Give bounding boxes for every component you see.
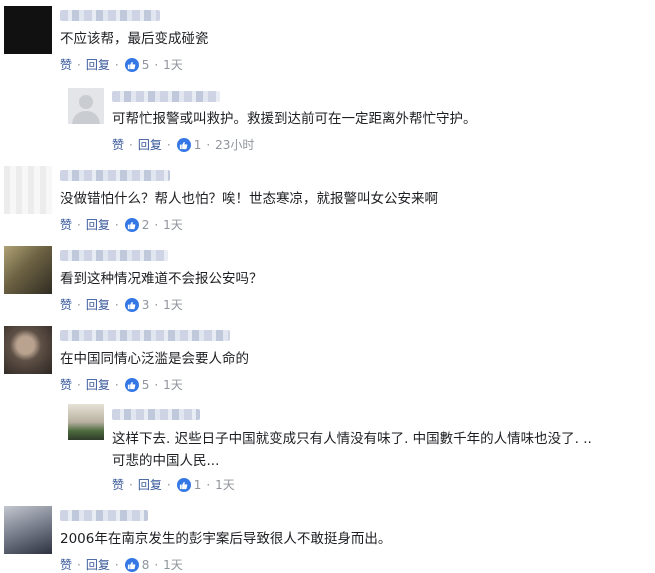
separator: · — [114, 298, 119, 312]
like-count[interactable]: 8 — [142, 557, 150, 573]
thumbs-up-icon[interactable] — [124, 558, 139, 572]
thumbs-up-icon[interactable] — [176, 138, 191, 152]
like-button[interactable]: 赞 — [60, 377, 72, 393]
separator: · — [114, 58, 119, 72]
default-avatar-icon — [72, 95, 100, 124]
like-count[interactable]: 3 — [142, 297, 150, 313]
separator: · — [77, 558, 81, 572]
commenter-name-redacted[interactable] — [60, 250, 168, 261]
separator: · — [114, 378, 119, 392]
commenter-name-redacted[interactable] — [60, 330, 230, 341]
timestamp[interactable]: 23小时 — [215, 137, 254, 153]
separator: · — [206, 478, 211, 492]
like-count[interactable]: 5 — [142, 377, 150, 393]
separator: · — [154, 218, 159, 232]
comment-actions: 赞 · 回复 · 5 · 1天 — [60, 377, 183, 393]
like-button[interactable]: 赞 — [60, 297, 72, 313]
like-button[interactable]: 赞 — [60, 57, 72, 73]
comment-text: 看到这种情况难道不会报公安吗？ — [60, 271, 263, 287]
reply-button[interactable]: 回复 — [138, 477, 162, 493]
separator: · — [154, 58, 159, 72]
separator: · — [166, 138, 171, 152]
like-button[interactable]: 赞 — [60, 217, 72, 233]
avatar[interactable] — [4, 166, 52, 214]
separator: · — [154, 558, 159, 572]
separator: · — [154, 378, 159, 392]
separator: · — [77, 378, 81, 392]
like-button[interactable]: 赞 — [112, 137, 124, 153]
separator: · — [166, 478, 171, 492]
commenter-name-redacted[interactable] — [60, 170, 170, 181]
comment-actions: 赞 · 回复 · 5 · 1天 — [60, 57, 183, 73]
comment-text: 没做错怕什么？帮人也怕？唉！世态寒凉，就报警叫女公安来啊 — [60, 191, 438, 207]
comment-text: 可帮忙报警或叫救护。救援到达前可在一定距离外帮忙守护。 — [112, 111, 477, 127]
comment-text: 不应该帮，最后变成碰瓷 — [60, 31, 209, 47]
separator: · — [129, 138, 133, 152]
like-count[interactable]: 1 — [194, 137, 202, 153]
avatar[interactable] — [4, 326, 52, 374]
separator: · — [114, 558, 119, 572]
separator: · — [206, 138, 211, 152]
reply-button[interactable]: 回复 — [86, 57, 110, 73]
thumbs-up-icon[interactable] — [124, 218, 139, 232]
timestamp[interactable]: 1天 — [215, 477, 235, 493]
avatar[interactable] — [68, 404, 104, 440]
comment-actions: 赞 · 回复 · 8 · 1天 — [60, 557, 183, 573]
like-count[interactable]: 2 — [142, 217, 150, 233]
separator: · — [77, 218, 81, 232]
commenter-name-redacted[interactable] — [112, 91, 220, 102]
timestamp[interactable]: 1天 — [163, 377, 183, 393]
comment-text: 在中国同情心泛滥是会要人命的 — [60, 351, 249, 367]
commenter-name-redacted[interactable] — [60, 10, 160, 21]
comment-actions: 赞 · 回复 · 1 · 23小时 — [112, 137, 254, 153]
thumbs-up-icon[interactable] — [124, 378, 139, 392]
comment-text-line-2: 可悲的中国人民... — [112, 453, 220, 469]
separator: · — [77, 58, 81, 72]
comment-text: 2006年在南京发生的彭宇案后导致很人不敢挺身而出。 — [60, 531, 392, 547]
reply-button[interactable]: 回复 — [86, 557, 110, 573]
thumbs-up-icon[interactable] — [124, 298, 139, 312]
like-button[interactable]: 赞 — [60, 557, 72, 573]
avatar[interactable] — [4, 6, 52, 54]
like-count[interactable]: 1 — [194, 477, 202, 493]
avatar[interactable] — [68, 88, 104, 124]
timestamp[interactable]: 1天 — [163, 217, 183, 233]
thumbs-up-icon[interactable] — [176, 478, 191, 492]
timestamp[interactable]: 1天 — [163, 297, 183, 313]
comment-text-line-1: 这样下去. 迟些日子中国就变成只有人情没有味了. 中国數千年的人情味也没了. .… — [112, 431, 592, 447]
thumbs-up-icon[interactable] — [124, 58, 139, 72]
separator: · — [114, 218, 119, 232]
separator: · — [129, 478, 133, 492]
commenter-name-redacted[interactable] — [112, 409, 200, 420]
timestamp[interactable]: 1天 — [163, 557, 183, 573]
separator: · — [154, 298, 159, 312]
like-button[interactable]: 赞 — [112, 477, 124, 493]
comment-actions: 赞 · 回复 · 3 · 1天 — [60, 297, 183, 313]
avatar[interactable] — [4, 246, 52, 294]
reply-button[interactable]: 回复 — [86, 217, 110, 233]
separator: · — [77, 298, 81, 312]
commenter-name-redacted[interactable] — [60, 510, 148, 521]
comment-actions: 赞 · 回复 · 1 · 1天 — [112, 477, 235, 493]
comment-actions: 赞 · 回复 · 2 · 1天 — [60, 217, 183, 233]
reply-button[interactable]: 回复 — [86, 297, 110, 313]
like-count[interactable]: 5 — [142, 57, 150, 73]
timestamp[interactable]: 1天 — [163, 57, 183, 73]
avatar[interactable] — [4, 506, 52, 554]
reply-button[interactable]: 回复 — [138, 137, 162, 153]
reply-button[interactable]: 回复 — [86, 377, 110, 393]
